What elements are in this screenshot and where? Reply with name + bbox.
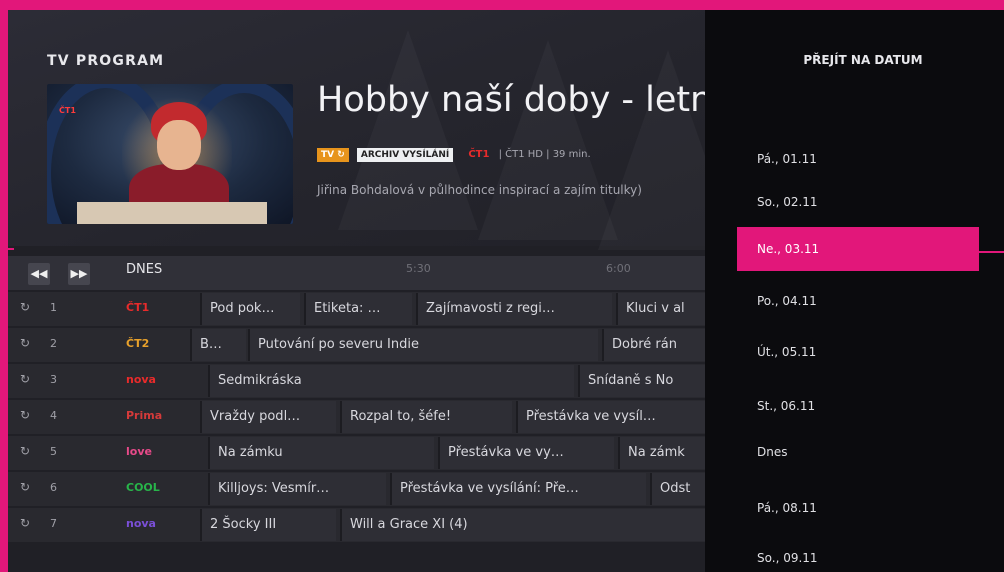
time-tick: 6:00	[606, 262, 631, 275]
channel-logo: love	[126, 445, 152, 458]
channel-number: 3	[50, 373, 57, 386]
channel-number: 7	[50, 517, 57, 530]
program-cell[interactable]: Přestávka ve vy…	[438, 437, 614, 469]
program-cell[interactable]: Dobré rán	[602, 329, 705, 361]
replay-icon: ↻	[20, 336, 31, 350]
date-option[interactable]: Dnes	[737, 430, 979, 474]
channel-logo: ČT1	[126, 301, 150, 314]
program-cell[interactable]: Sedmikráska	[208, 365, 574, 397]
thumbnail-channel-logo: ČT1	[59, 106, 76, 115]
program-cell[interactable]: Killjoys: Vesmír…	[208, 473, 386, 505]
tv-guide-screen: TV PROGRAM ČT1 Hobby naší doby - letní s…	[8, 10, 1004, 572]
program-thumbnail: ČT1	[47, 84, 293, 224]
program-cell[interactable]: Putování po severu Indie	[248, 329, 598, 361]
date-option[interactable]: Pá., 01.11	[737, 137, 979, 181]
program-meta: | ČT1 HD | 39 min.	[498, 149, 591, 160]
program-description: Jiřina Bohdalová v půlhodince inspirací …	[317, 183, 642, 197]
program-cell[interactable]: Na zámk	[618, 437, 705, 469]
channel-number: 6	[50, 481, 57, 494]
archive-badge: ARCHIV VYSÍLÁNÍ	[356, 147, 454, 162]
program-cell[interactable]: Přestávka ve vysíl…	[516, 401, 705, 433]
program-cell[interactable]: Kluci v al	[616, 293, 705, 325]
channel-logo: Prima	[126, 409, 163, 422]
channel-logo: nova	[126, 517, 156, 530]
channel-logo: ČT1	[468, 149, 490, 160]
channel-number: 2	[50, 337, 57, 350]
date-picker-panel: PŘEJÍT NA DATUM Pá., 01.11 So., 02.11 Ne…	[705, 10, 1004, 572]
replay-icon: ↻	[20, 480, 31, 494]
replay-icon: ↻	[20, 372, 31, 386]
callout-line	[976, 251, 1004, 253]
channel-number: 1	[50, 301, 57, 314]
callout-line	[0, 248, 14, 250]
program-cell[interactable]: Snídaně s No	[578, 365, 705, 397]
tv-replay-badge: TV ↻	[317, 147, 349, 162]
program-cell[interactable]: Pod pok…	[200, 293, 300, 325]
fast-forward-icon[interactable]: ▶▶	[68, 263, 90, 285]
program-title: Hobby naší doby - letní s	[317, 80, 705, 120]
program-cell[interactable]: Will a Grace XI (4)	[340, 509, 705, 541]
program-cell[interactable]: Na zámku	[208, 437, 434, 469]
replay-icon: ↻	[20, 300, 31, 314]
rewind-icon[interactable]: ◀◀	[28, 263, 50, 285]
date-option[interactable]: So., 02.11	[737, 180, 979, 224]
program-cell[interactable]: Odst	[650, 473, 705, 505]
program-cell[interactable]: Přestávka ve vysílání: Pře…	[390, 473, 646, 505]
program-cell[interactable]: 2 Šocky III	[200, 509, 336, 541]
channel-number: 5	[50, 445, 57, 458]
channel-logo: COOL	[126, 481, 160, 494]
replay-icon: ↻	[20, 408, 31, 422]
decorative-shape	[478, 40, 618, 240]
date-option-selected[interactable]: Ne., 03.11	[737, 227, 979, 271]
program-cell[interactable]: Rozpal to, šéfe!	[340, 401, 512, 433]
channel-number: 4	[50, 409, 57, 422]
date-picker-title: PŘEJÍT NA DATUM	[803, 53, 923, 67]
date-option[interactable]: Po., 04.11	[737, 279, 979, 323]
replay-icon: ↻	[20, 516, 31, 530]
replay-icon: ↻	[20, 444, 31, 458]
program-cell[interactable]: Zajímavosti z regi…	[416, 293, 612, 325]
decorative-shape	[338, 30, 478, 230]
program-cell[interactable]: Vraždy podl…	[200, 401, 336, 433]
date-option[interactable]: Pá., 08.11	[737, 486, 979, 530]
program-badges: TV ↻ ARCHIV VYSÍLÁNÍ ČT1 | ČT1 HD | 39 m…	[317, 144, 705, 162]
date-option[interactable]: Út., 05.11	[737, 330, 979, 374]
time-tick: 5:30	[406, 262, 431, 275]
program-cell[interactable]: Etiketa: …	[304, 293, 412, 325]
channel-logo: ČT2	[126, 337, 150, 350]
date-option[interactable]: So., 09.11	[737, 536, 979, 572]
app-title: TV PROGRAM	[47, 53, 165, 69]
day-label: DNES	[126, 262, 163, 277]
channel-logo: nova	[126, 373, 156, 386]
program-cell[interactable]: B…	[190, 329, 246, 361]
date-option[interactable]: St., 06.11	[737, 384, 979, 428]
